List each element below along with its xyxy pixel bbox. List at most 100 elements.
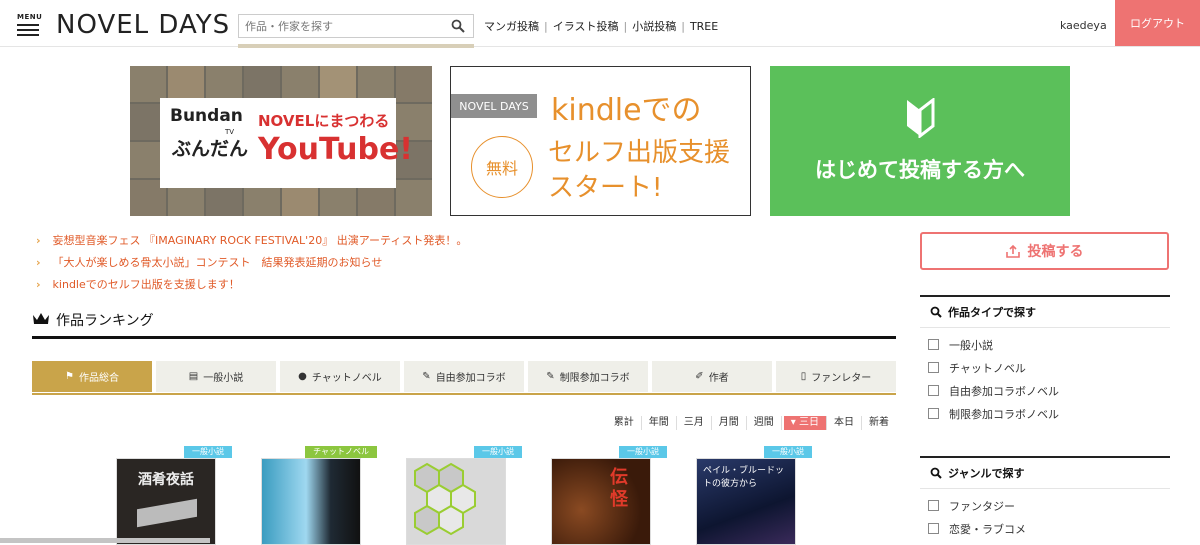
genre-badge: 一般小説 <box>764 446 812 458</box>
checkbox[interactable] <box>928 339 939 350</box>
work-card[interactable]: チャットノベル <box>255 446 377 545</box>
tab-limited-collab[interactable]: ✎ 制限参加コラボ <box>528 361 648 392</box>
collab-icon: ✎ <box>422 371 431 382</box>
work-card[interactable]: 一般小説 伝怪 <box>545 446 667 545</box>
work-thumbnail[interactable] <box>406 458 506 545</box>
flag-icon: ⚑ <box>65 371 74 382</box>
type-option[interactable]: チャットノベル <box>920 356 1170 379</box>
search-box <box>238 14 474 38</box>
work-thumbnail[interactable]: 酒肴夜話 <box>116 458 216 545</box>
period-year[interactable]: 年間 <box>642 416 677 430</box>
crown-icon <box>33 313 49 324</box>
period-total[interactable]: 累計 <box>607 416 642 430</box>
work-card[interactable]: 一般小説 <box>400 446 522 545</box>
ranking-tabs: ⚑ 作品総合 ▤ 一般小説 ● チャットノベル ✎ 自由参加コラボ ✎ 制限参加コラボ ✐… <box>32 361 896 395</box>
tab-author[interactable]: ✐ 作者 <box>652 361 772 392</box>
news-item[interactable]: › 「大人が楽しめる骨太小説」コンテスト 結果発表延期のお知らせ <box>36 256 467 278</box>
tab-free-collab[interactable]: ✎ 自由参加コラボ <box>404 361 524 392</box>
work-card[interactable]: 一般小説 酒肴夜話 <box>110 446 232 545</box>
period-today[interactable]: 本日 <box>827 416 862 430</box>
type-option[interactable]: 一般小説 <box>920 333 1170 356</box>
kindle-tag: NOVEL DAYS <box>451 94 537 118</box>
work-card[interactable]: 一般小説 ペイル・ブルードットの彼方から <box>690 446 812 545</box>
hexagon-pattern <box>414 462 476 536</box>
type-filter-section: 作品タイプで探す 一般小説 チャットノベル 自由参加コラボノベル 制限参加コラボ… <box>920 295 1170 425</box>
tab-general-novel[interactable]: ▤ 一般小説 <box>156 361 276 392</box>
bundan-line1: NOVELにまつわる <box>258 112 390 130</box>
period-three-months[interactable]: 三月 <box>677 416 712 430</box>
genre-option[interactable]: 恋愛・ラブコメ <box>920 517 1170 540</box>
ranking-heading: 作品ランキング <box>32 310 896 339</box>
genre-filter-heading: ジャンルで探す <box>920 458 1170 489</box>
period-week[interactable]: 週間 <box>747 416 782 430</box>
search-input[interactable] <box>239 15 451 38</box>
nav-manga-post[interactable]: マンガ投稿 <box>484 20 539 33</box>
book-icon: ▤ <box>188 371 199 382</box>
period-month[interactable]: 月間 <box>712 416 747 430</box>
checkbox[interactable] <box>928 408 939 419</box>
genre-badge: 一般小説 <box>184 446 232 458</box>
bundan-line2: YouTube! <box>258 132 413 167</box>
post-button[interactable]: 投稿する <box>920 232 1169 270</box>
upload-icon <box>1005 244 1020 258</box>
bundan-logo-jp: ぶんだん <box>172 138 249 160</box>
search-icon <box>930 467 942 479</box>
checkbox[interactable] <box>928 362 939 373</box>
genre-filter-section: ジャンルで探す ファンタジー 恋愛・ラブコメ <box>920 456 1170 540</box>
news-item[interactable]: › 妄想型音楽フェス 『IMAGINARY ROCK FESTIVAL'20』 出… <box>36 234 467 256</box>
free-badge: 無料 <box>471 136 533 198</box>
username[interactable]: kaedeya <box>1060 19 1107 32</box>
period-three-days[interactable]: ▾ 三日 <box>783 416 827 430</box>
genre-badge: 一般小説 <box>474 446 522 458</box>
ranking-title: 作品ランキング <box>56 313 154 329</box>
chevron-right-icon: › <box>36 256 41 269</box>
kindle-line1: kindleでの <box>551 93 702 128</box>
checkbox[interactable] <box>928 523 939 534</box>
type-option[interactable]: 自由参加コラボノベル <box>920 379 1170 402</box>
nav-illust-post[interactable]: イラスト投稿 <box>553 20 619 33</box>
menu-label: MENU <box>17 13 43 21</box>
checkbox[interactable] <box>928 385 939 396</box>
collab-icon: ✎ <box>546 371 555 382</box>
type-filter-heading: 作品タイプで探す <box>920 297 1170 328</box>
type-option[interactable]: 制限参加コラボノベル <box>920 402 1170 425</box>
menu-button[interactable]: MENU <box>17 13 43 36</box>
bundan-logo-text: Bundan <box>170 106 243 126</box>
pen-icon: ✐ <box>695 371 704 382</box>
period-filter: 累計 年間 三月 月間 週間 ▾ 三日 本日 新着 <box>607 416 896 430</box>
kindle-banner[interactable]: NOVEL DAYS kindleでの セルフ出版支援 スタート! 無料 <box>450 66 751 216</box>
chevron-right-icon: › <box>36 278 41 291</box>
checkbox[interactable] <box>928 500 939 511</box>
bundan-banner[interactable]: Bundan ぶんだん TV NOVELにまつわる YouTube! <box>130 66 432 216</box>
logout-button[interactable]: ログアウト <box>1115 0 1200 46</box>
work-thumbnail[interactable] <box>261 458 361 545</box>
chat-icon: ● <box>298 371 307 382</box>
work-thumbnail[interactable]: 伝怪 <box>551 458 651 545</box>
site-logo[interactable]: NOVEL DAYS <box>56 10 230 40</box>
nav-tree[interactable]: TREE <box>690 20 718 33</box>
search-icon[interactable] <box>451 19 465 33</box>
genre-badge: チャットノベル <box>305 446 377 458</box>
header-decoration <box>238 44 474 48</box>
search-icon <box>930 306 942 318</box>
top-bar: MENU NOVEL DAYS マンガ投稿|イラスト投稿|小説投稿|TREE k… <box>0 0 1200 47</box>
nav-novel-post[interactable]: 小説投稿 <box>632 20 676 33</box>
letter-icon: ▯ <box>800 371 807 382</box>
beginner-text: はじめて投稿する方へ <box>815 158 1025 182</box>
tab-all-works[interactable]: ⚑ 作品総合 <box>32 361 152 392</box>
genre-option[interactable]: ファンタジー <box>920 494 1170 517</box>
genre-badge: 一般小説 <box>619 446 667 458</box>
work-thumbnail[interactable]: ペイル・ブルードットの彼方から <box>696 458 796 545</box>
tab-fan-letter[interactable]: ▯ ファンレター <box>776 361 896 392</box>
tab-chat-novel[interactable]: ● チャットノベル <box>280 361 400 392</box>
news-list: › 妄想型音楽フェス 『IMAGINARY ROCK FESTIVAL'20』 出… <box>36 234 467 300</box>
kindle-line3: スタート! <box>548 173 663 203</box>
beginner-banner[interactable]: はじめて投稿する方へ <box>770 66 1070 216</box>
horizontal-scrollbar[interactable] <box>0 538 210 543</box>
beginner-mark-icon <box>907 98 935 138</box>
news-item[interactable]: › kindleでのセルフ出版を支援します！ <box>36 278 467 300</box>
chevron-right-icon: › <box>36 234 41 247</box>
period-new[interactable]: 新着 <box>862 416 896 430</box>
bundan-tv: TV <box>225 128 235 136</box>
kindle-line2: セルフ出版支援 <box>548 138 731 168</box>
